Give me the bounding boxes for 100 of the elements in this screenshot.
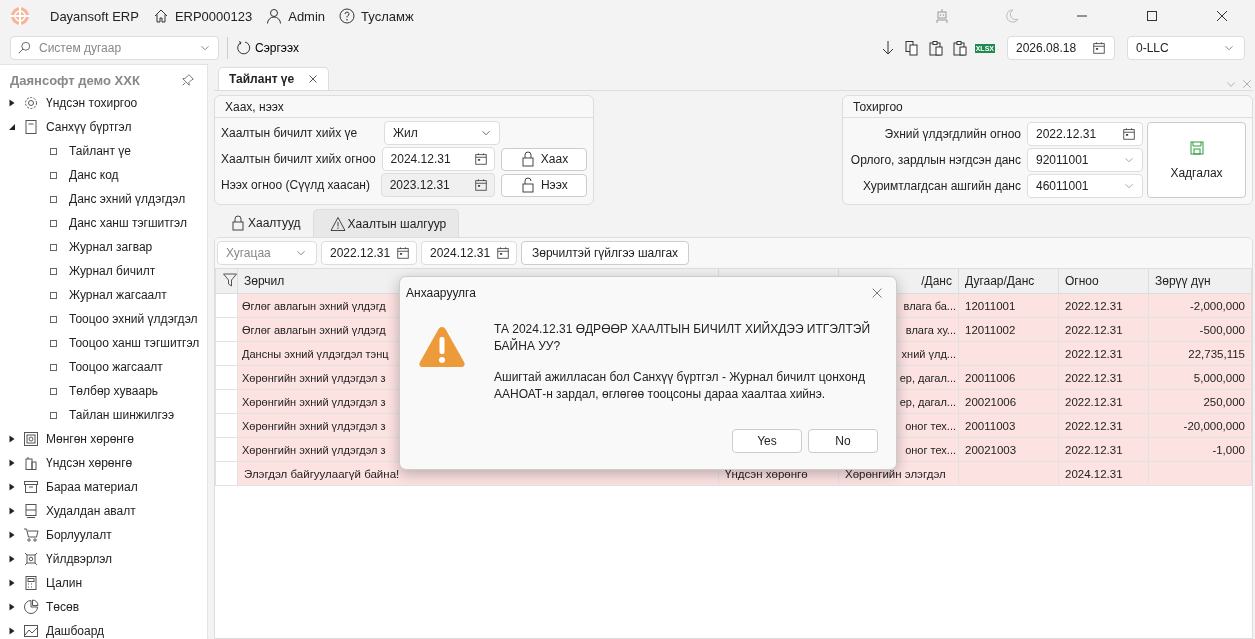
dialog-button[interactable]: Yes bbox=[732, 429, 802, 453]
calendar-icon[interactable] bbox=[1092, 41, 1106, 55]
home-icon[interactable] bbox=[152, 8, 169, 24]
lock-button[interactable]: Хаах bbox=[500, 147, 587, 171]
menu-item[interactable]: Борлуулалт bbox=[46, 528, 112, 542]
expand-arrow-icon[interactable] bbox=[8, 483, 16, 491]
table-cell: ер, дагал... bbox=[899, 371, 956, 384]
user-name[interactable]: Admin bbox=[288, 8, 326, 24]
book-icon bbox=[23, 119, 39, 135]
select-field[interactable]: Жил bbox=[384, 121, 500, 145]
clipboard-icon[interactable] bbox=[927, 40, 944, 56]
expand-arrow-icon[interactable] bbox=[8, 507, 16, 515]
menu-item[interactable]: Тайлан шинжилгээ bbox=[69, 408, 175, 422]
date-field[interactable]: 2022.12.31 bbox=[1027, 122, 1143, 146]
select-field[interactable]: 92011001 bbox=[1027, 148, 1143, 172]
expand-arrow-icon[interactable] bbox=[8, 627, 16, 635]
bullet-icon bbox=[50, 291, 57, 299]
menu-item[interactable]: Тооцоо эхний үлдэгдэл bbox=[69, 312, 198, 326]
select-field[interactable]: 46011001 bbox=[1027, 174, 1143, 198]
expand-arrow-icon[interactable] bbox=[8, 579, 16, 587]
table-cell: влага ба... bbox=[903, 299, 956, 312]
save-button[interactable]: Хадгалах bbox=[1147, 122, 1246, 198]
menu-item[interactable]: Журнал жагсаалт bbox=[69, 288, 167, 302]
pin-icon[interactable] bbox=[181, 73, 195, 87]
table-cell: 5,000,000 bbox=[1193, 371, 1245, 384]
expand-arrow-icon[interactable] bbox=[8, 531, 16, 539]
calendar-icon[interactable] bbox=[473, 152, 488, 166]
dialog-note: Ашигтай ажилласан бол Санхүү бүртгэл - Журнал бичилт цонхонд ААНОАТ-н зардал, өглөгөө тооцсоны дараа хаалтаа хийнэ. bbox=[494, 369, 866, 403]
document-tab[interactable]: Тайлант үе bbox=[218, 67, 330, 90]
machine-icon bbox=[23, 551, 39, 567]
menu-item[interactable]: Данс код bbox=[69, 168, 119, 182]
menu-item[interactable]: Тайлант үе bbox=[69, 144, 131, 158]
field-label: Хуримтлагдсан ашгийн данс bbox=[862, 179, 1021, 193]
bullet-icon bbox=[50, 243, 57, 251]
maximize-icon[interactable] bbox=[1144, 8, 1160, 24]
collapse-arrow-icon[interactable] bbox=[8, 123, 16, 131]
menu-item[interactable]: Үндсэн хөрөнгө bbox=[46, 456, 133, 470]
menu-item[interactable]: Санхүү бүртгэл bbox=[46, 120, 132, 134]
help-icon[interactable] bbox=[339, 8, 356, 24]
copy-icon[interactable] bbox=[903, 40, 920, 56]
menu-item[interactable]: Дашбоард bbox=[46, 624, 105, 638]
menu-item[interactable]: Үйлдвэрлэл bbox=[46, 552, 112, 566]
column-header[interactable]: /Данс bbox=[921, 274, 952, 288]
field-label: Нээх огноо (Сүүлд хаасан) bbox=[221, 178, 371, 192]
menu-item[interactable]: Мөнгөн хөрөнгө bbox=[46, 432, 134, 446]
table-cell: Өглөг авлагын эхний үлдэгд bbox=[242, 323, 386, 336]
close-icon[interactable] bbox=[1214, 8, 1230, 24]
refresh-button[interactable]: Сэргээх bbox=[236, 40, 299, 56]
menu-item[interactable]: Цалин bbox=[46, 576, 83, 590]
bullet-icon bbox=[50, 219, 57, 227]
menu-item[interactable]: Данс эхний үлдэгдэл bbox=[69, 192, 186, 206]
panel-title: Хаах, нээх bbox=[215, 96, 593, 118]
check-button[interactable]: Зөрчилтэй гүйлгээ шалгах bbox=[521, 241, 690, 265]
tab[interactable]: Хаалтууд bbox=[214, 209, 313, 237]
help-link[interactable]: Тусламж bbox=[361, 8, 414, 24]
refresh-icon bbox=[236, 40, 252, 56]
search-box[interactable]: Систем дугаар bbox=[10, 36, 219, 60]
search-field[interactable]: Систем дугаар bbox=[39, 41, 190, 55]
expand-arrow-icon[interactable] bbox=[8, 555, 16, 563]
table-cell: оног тех... bbox=[905, 443, 956, 456]
date-field[interactable]: 2022.12.31 bbox=[321, 241, 417, 265]
table-cell: Хөрөнгийн эхний үлдэгдэл з bbox=[242, 395, 386, 408]
date-field[interactable]: 2024.12.31 bbox=[421, 241, 517, 265]
table-cell: -1,000 bbox=[1212, 443, 1245, 456]
menu-item[interactable]: Журнал загвар bbox=[69, 240, 153, 254]
date-field[interactable]: 2026.08.18 bbox=[1007, 36, 1115, 60]
register-icon bbox=[23, 503, 39, 519]
calendar-icon[interactable] bbox=[496, 246, 510, 260]
menu-item[interactable]: Худалдан авалт bbox=[46, 504, 136, 518]
table-cell: Хөрөнгийн эхний үлдэгдэл з bbox=[242, 443, 386, 456]
menu-item[interactable]: Үндсэн тохиргоо bbox=[46, 96, 138, 110]
menu-item[interactable]: Тооцоо ханш тэгшитгэл bbox=[69, 336, 200, 350]
period-select[interactable]: Хугацаа bbox=[217, 241, 317, 265]
menu-item[interactable]: Бараа материал bbox=[46, 480, 138, 494]
column-header[interactable]: Зөрчил bbox=[244, 274, 285, 288]
table-cell: 250,000 bbox=[1203, 395, 1245, 408]
table-cell: 20021006 bbox=[965, 395, 1017, 408]
date-field[interactable]: 2024.12.31 bbox=[381, 147, 495, 171]
bullet-icon bbox=[50, 315, 57, 323]
expand-arrow-icon[interactable] bbox=[8, 99, 16, 107]
expand-arrow-icon[interactable] bbox=[8, 603, 16, 611]
dialog-button[interactable]: No bbox=[808, 429, 878, 453]
menu-item[interactable]: Журнал бичилт bbox=[69, 264, 156, 278]
clipboard-icon[interactable] bbox=[951, 40, 968, 56]
company-select[interactable]: 0-LLC bbox=[1127, 36, 1245, 60]
table-cell: 2024.12.31 bbox=[1065, 467, 1123, 480]
user-icon[interactable] bbox=[266, 8, 283, 24]
table-cell: Өглөг авлагын эхний үлдэгд bbox=[242, 299, 386, 312]
menu-item[interactable]: Данс ханш тэгшитгэл bbox=[69, 216, 187, 230]
tab[interactable]: Хаалтын шалгуур bbox=[312, 209, 460, 237]
bullet-icon bbox=[50, 195, 57, 203]
menu-item[interactable]: Тооцоо жагсаалт bbox=[69, 360, 163, 374]
expand-arrow-icon[interactable] bbox=[8, 459, 16, 467]
table-cell: 2022.12.31 bbox=[1065, 347, 1123, 360]
menu-item[interactable]: Төсөв bbox=[46, 600, 80, 614]
menu-item[interactable]: Төлбөр хуваарь bbox=[69, 384, 159, 398]
calendar-icon[interactable] bbox=[396, 246, 410, 260]
expand-arrow-icon[interactable] bbox=[8, 435, 16, 443]
calendar-icon[interactable] bbox=[1122, 127, 1136, 141]
filter-icon[interactable] bbox=[222, 271, 238, 288]
